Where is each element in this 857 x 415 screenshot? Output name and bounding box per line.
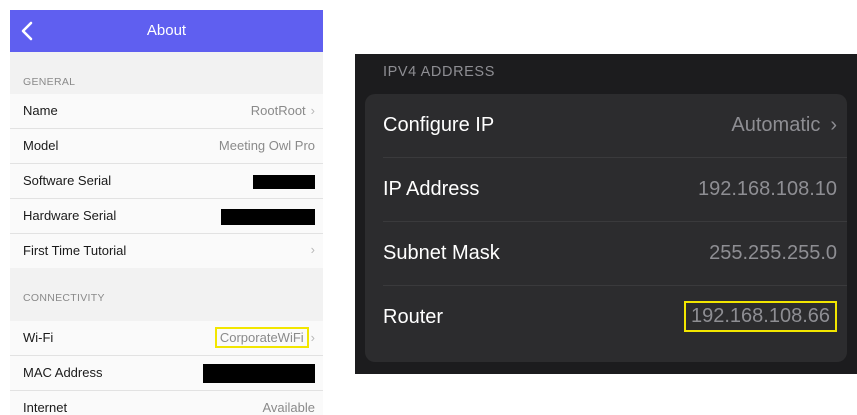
ipv4-screen: IPV4 ADDRESS Configure IP Automatic › IP … <box>355 54 857 374</box>
redacted-value <box>253 175 315 189</box>
section-header-label: CONNECTIVITY <box>23 292 105 304</box>
row-label: Router <box>383 306 444 328</box>
row-subnet-mask: Subnet Mask 255.255.255.0 <box>365 222 847 286</box>
row-value: Automatic › <box>731 114 837 137</box>
row-value: RootRoot › <box>251 103 315 118</box>
ip-address-value: 192.168.108.10 <box>697 178 837 200</box>
chevron-right-icon: › <box>310 242 315 257</box>
row-label: Internet <box>23 400 68 415</box>
section-header-connectivity: CONNECTIVITY <box>10 282 323 310</box>
wifi-value: CorporateWiFi <box>214 327 309 348</box>
row-label: Subnet Mask <box>383 242 500 264</box>
row-internet: Internet Available <box>10 391 323 415</box>
row-first-time-tutorial[interactable]: First Time Tutorial › <box>10 234 323 268</box>
row-label: Hardware Serial <box>23 208 117 223</box>
configure-ip-value: Automatic <box>731 114 821 136</box>
row-hardware-serial: Hardware Serial <box>10 199 323 234</box>
internet-value: Available <box>262 400 315 415</box>
router-value: 192.168.108.66 <box>683 301 837 332</box>
row-software-serial: Software Serial <box>10 164 323 199</box>
row-value: CorporateWiFi › <box>214 327 315 348</box>
row-label: Configure IP <box>383 114 495 136</box>
chevron-right-icon: › <box>310 103 315 118</box>
row-value: 192.168.108.66 <box>683 301 837 337</box>
row-label: Name <box>23 103 58 118</box>
row-mac-address: MAC Address <box>10 356 323 391</box>
row-label: Wi-Fi <box>23 330 54 345</box>
row-label: Software Serial <box>23 173 112 188</box>
subnet-mask-value: 255.255.255.0 <box>709 242 837 264</box>
section-header-general: GENERAL <box>10 66 323 94</box>
row-label: MAC Address <box>23 365 103 380</box>
row-label: First Time Tutorial <box>23 243 127 258</box>
chevron-right-icon: › <box>830 114 837 136</box>
nav-bar: About <box>10 10 323 52</box>
section-header-label: GENERAL <box>23 76 76 88</box>
redacted-value <box>203 364 315 383</box>
row-label: Model <box>23 138 59 153</box>
row-label: IP Address <box>383 178 480 200</box>
redacted-value <box>221 209 315 225</box>
row-configure-ip[interactable]: Configure IP Automatic › <box>365 94 847 158</box>
row-model: Model Meeting Owl Pro <box>10 129 323 164</box>
row-wifi[interactable]: Wi-Fi CorporateWiFi › <box>10 321 323 356</box>
row-name[interactable]: Name RootRoot › <box>10 94 323 129</box>
model-value: Meeting Owl Pro <box>218 138 315 153</box>
name-value: RootRoot <box>250 103 306 118</box>
about-screen: About GENERAL Name RootRoot › Model Meeti… <box>10 10 323 415</box>
chevron-right-icon: › <box>310 330 315 345</box>
row-router: Router 192.168.108.66 <box>365 286 847 350</box>
section-header-ipv4: IPV4 ADDRESS <box>383 64 495 80</box>
page-title: About <box>146 22 187 39</box>
ipv4-card: Configure IP Automatic › IP Address 192.1… <box>365 94 847 362</box>
row-ip-address: IP Address 192.168.108.10 <box>365 158 847 222</box>
